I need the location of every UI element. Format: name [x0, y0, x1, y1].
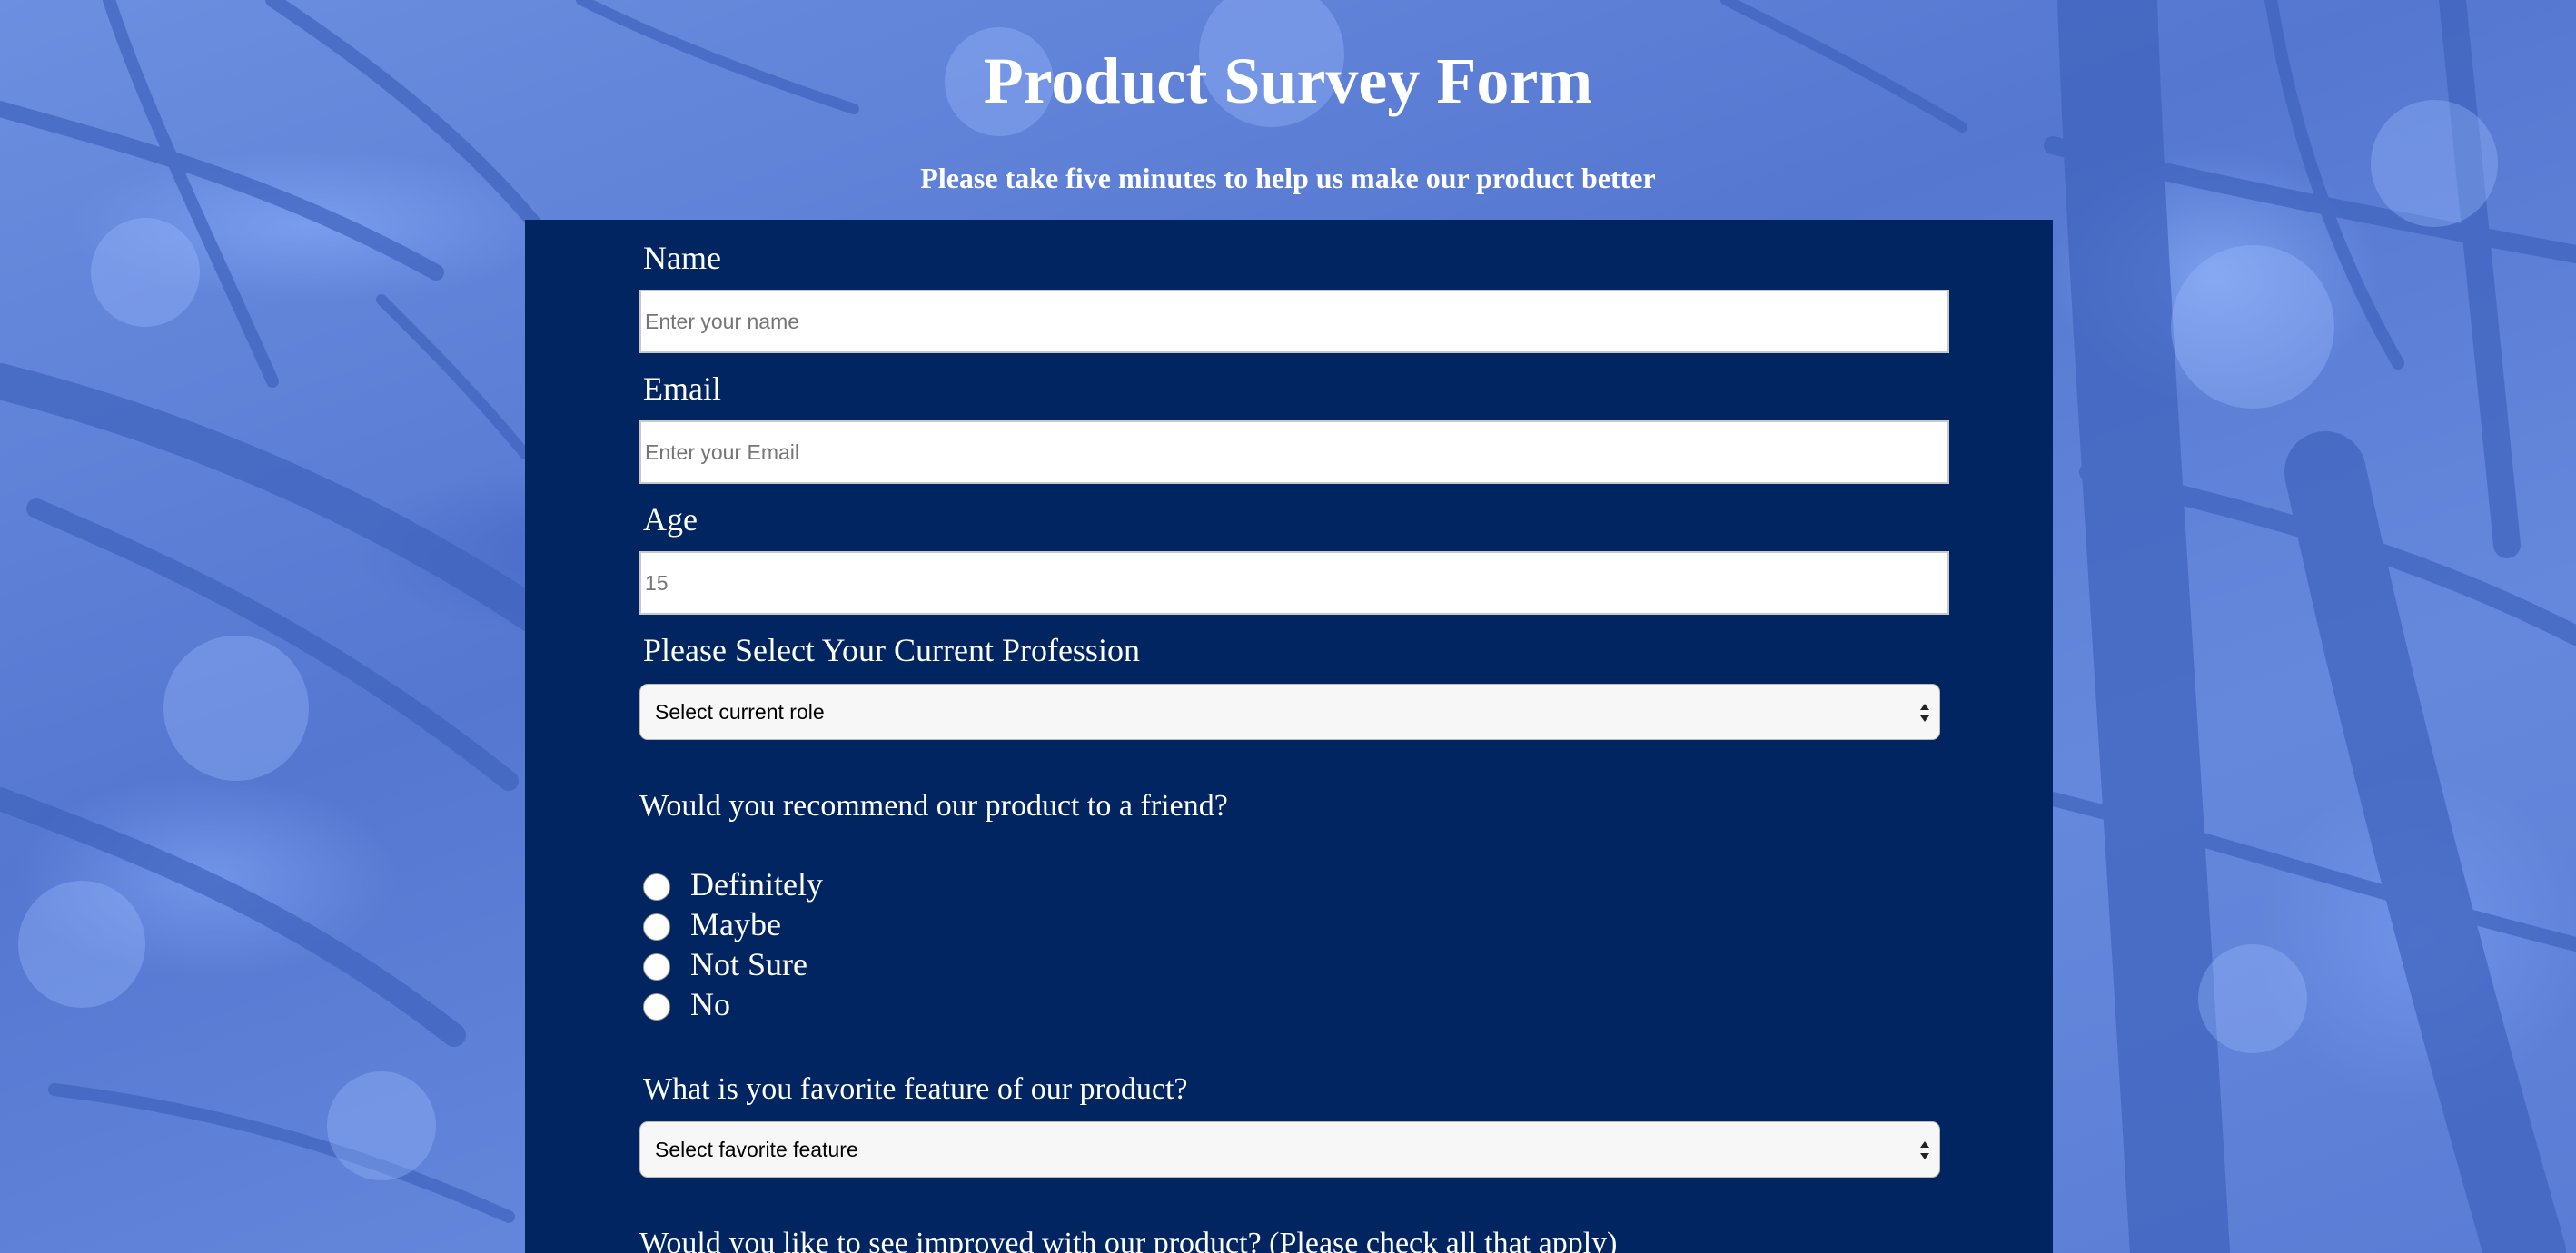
- radio-label: No: [690, 986, 730, 1022]
- age-label: Age: [643, 501, 698, 538]
- profession-select-value: Select current role: [655, 700, 825, 724]
- age-input[interactable]: [639, 551, 1949, 615]
- radio-button[interactable]: [643, 873, 670, 901]
- select-arrows-icon: [1920, 1141, 1929, 1159]
- email-label: Email: [643, 370, 721, 407]
- improvements-question: Would you like to see improved with our …: [639, 1227, 1618, 1253]
- page-title: Product Survey Form: [983, 44, 1593, 117]
- recommend-question: Would you recommend our product to a fri…: [639, 789, 1228, 823]
- page-description: Please take five minutes to help us make…: [920, 162, 1656, 194]
- email-input[interactable]: [639, 420, 1949, 484]
- radio-label: Definitely: [690, 866, 823, 903]
- radio-button[interactable]: [643, 993, 670, 1021]
- name-input[interactable]: [639, 290, 1949, 353]
- favorite-feature-select-value: Select favorite feature: [655, 1138, 858, 1161]
- survey-form: Name Email Age Please Select Your Curren…: [525, 220, 2053, 1253]
- radio-label: Maybe: [690, 906, 781, 942]
- radio-button[interactable]: [643, 913, 670, 941]
- favorite-feature-label: What is you favorite feature of our prod…: [643, 1072, 1188, 1106]
- profession-label: Please Select Your Current Profession: [643, 632, 1140, 668]
- select-arrows-icon: [1920, 704, 1929, 722]
- radio-label: Not Sure: [690, 946, 807, 982]
- radio-button[interactable]: [643, 953, 670, 981]
- profession-select[interactable]: Select current role: [639, 684, 1940, 740]
- name-label: Name: [643, 240, 721, 276]
- favorite-feature-select[interactable]: Select favorite feature: [639, 1121, 1940, 1178]
